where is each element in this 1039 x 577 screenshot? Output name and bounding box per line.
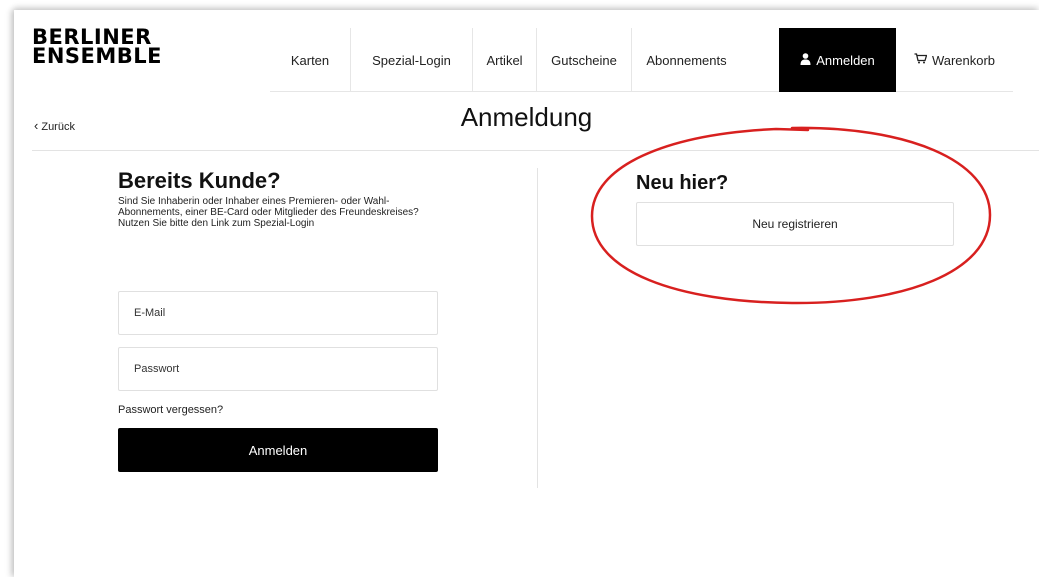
- nav-item-gutscheine[interactable]: Gutscheine: [536, 28, 631, 92]
- nav-item-label: Artikel: [486, 52, 523, 68]
- login-submit-button[interactable]: Anmelden: [118, 428, 438, 472]
- nav-item-karten[interactable]: Karten: [270, 28, 350, 92]
- forgot-password-link[interactable]: Passwort vergessen?: [118, 404, 223, 416]
- register-button[interactable]: Neu registrieren: [636, 202, 954, 246]
- nav-item-spezial-login[interactable]: Spezial-Login: [350, 28, 472, 92]
- nav-cart-label: Warenkorb: [931, 52, 996, 68]
- cart-icon: [914, 53, 928, 67]
- email-field[interactable]: [118, 291, 438, 335]
- existing-customer-description: Sind Sie Inhaberin oder Inhaber eines Pr…: [118, 196, 419, 229]
- nav-item-artikel[interactable]: Artikel: [472, 28, 536, 92]
- page-title: Anmeldung: [460, 102, 593, 132]
- nav-login-label: Anmelden: [816, 52, 875, 68]
- browser-page: BERLINER ENSEMBLE Karten Spezial-Login A…: [14, 10, 1039, 577]
- berliner-ensemble-logo[interactable]: BERLINER ENSEMBLE: [32, 27, 163, 68]
- column-divider: [537, 168, 538, 488]
- nav-item-label: Spezial-Login: [372, 52, 451, 68]
- main-navigation: Karten Spezial-Login Artikel Gutscheine …: [270, 28, 1013, 92]
- user-icon: [800, 52, 811, 68]
- nav-cart-button[interactable]: Warenkorb: [896, 28, 1013, 92]
- existing-customer-title: Bereits Kunde?: [118, 168, 281, 193]
- new-customer-title: Neu hier?: [636, 172, 729, 194]
- nav-item-label: Gutscheine: [551, 52, 617, 68]
- nav-login-button[interactable]: Anmelden: [779, 28, 896, 92]
- logo-line-2: ENSEMBLE: [32, 44, 163, 68]
- nav-item-abonnements[interactable]: Abonnements: [631, 28, 741, 92]
- nav-item-label: Karten: [290, 52, 330, 68]
- header-divider: [32, 150, 1039, 151]
- password-field[interactable]: [118, 347, 438, 391]
- nav-item-label: Abonnements: [646, 52, 727, 68]
